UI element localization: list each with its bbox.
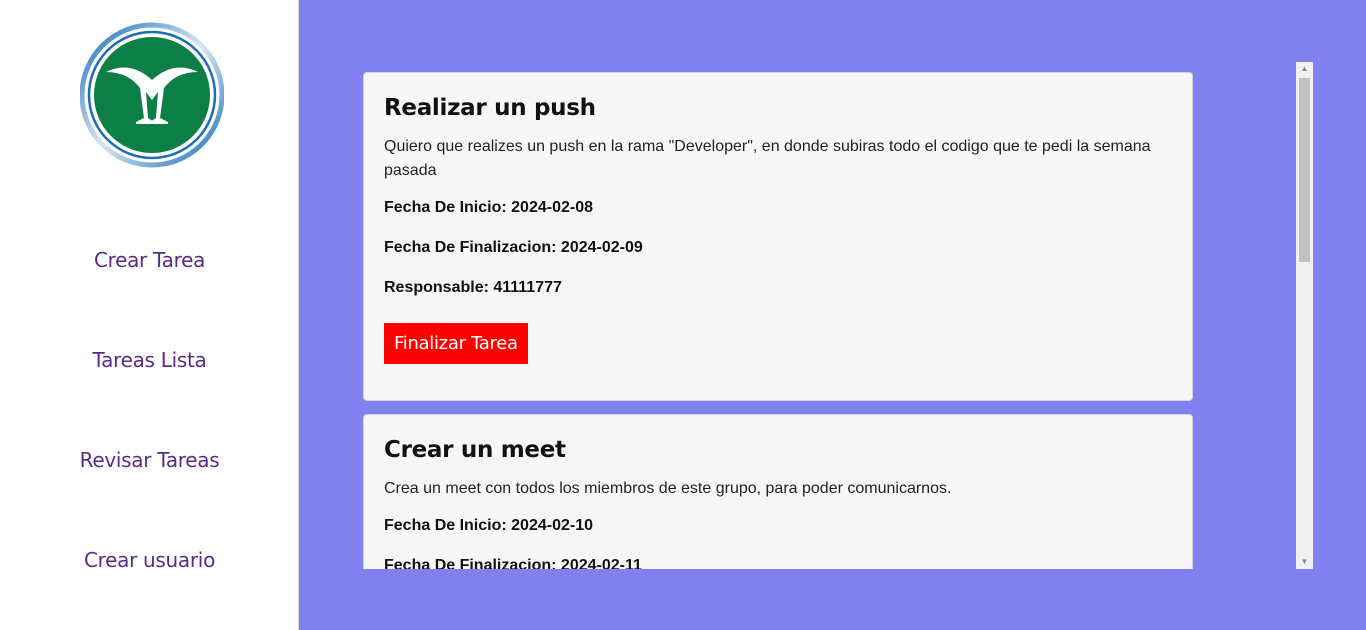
nav-crear-tarea[interactable]: Crear Tarea — [0, 248, 299, 272]
task-card: Realizar un push Quiero que realizes un … — [363, 72, 1193, 401]
task-list[interactable]: Realizar un push Quiero que realizes un … — [363, 62, 1313, 569]
finish-task-button[interactable]: Finalizar Tarea — [384, 323, 528, 364]
task-start-date: Fecha De Inicio: 2024-02-10 — [384, 517, 593, 534]
task-description: Crea un meet con todos los miembros de e… — [384, 480, 952, 497]
task-responsible: Responsable: 41111777 — [384, 279, 562, 296]
task-title: Realizar un push — [384, 95, 596, 121]
nav-tareas-lista[interactable]: Tareas Lista — [0, 348, 299, 372]
nav-crear-usuario[interactable]: Crear usuario — [0, 548, 299, 572]
nav-revisar-tareas[interactable]: Revisar Tareas — [0, 448, 299, 472]
task-end-date: Fecha De Finalizacion: 2024-02-09 — [384, 239, 643, 256]
scroll-thumb[interactable] — [1299, 78, 1310, 262]
task-end-date: Fecha De Finalizacion: 2024-02-11 — [384, 557, 642, 569]
task-card: Crear un meet Crea un meet con todos los… — [363, 414, 1193, 569]
scroll-up-icon[interactable]: ▲ — [1296, 62, 1313, 76]
scroll-down-icon[interactable]: ▼ — [1296, 555, 1313, 569]
scrollbar[interactable]: ▲ ▼ — [1296, 62, 1313, 569]
task-title: Crear un meet — [384, 437, 566, 463]
task-start-date: Fecha De Inicio: 2024-02-08 — [384, 199, 593, 216]
sidebar: Crear Tarea Tareas Lista Revisar Tareas … — [0, 0, 299, 630]
m-logo-icon[interactable] — [79, 22, 225, 168]
main-content: Realizar un push Quiero que realizes un … — [299, 0, 1366, 630]
task-description: Quiero que realizes un push en la rama "… — [384, 138, 1151, 179]
